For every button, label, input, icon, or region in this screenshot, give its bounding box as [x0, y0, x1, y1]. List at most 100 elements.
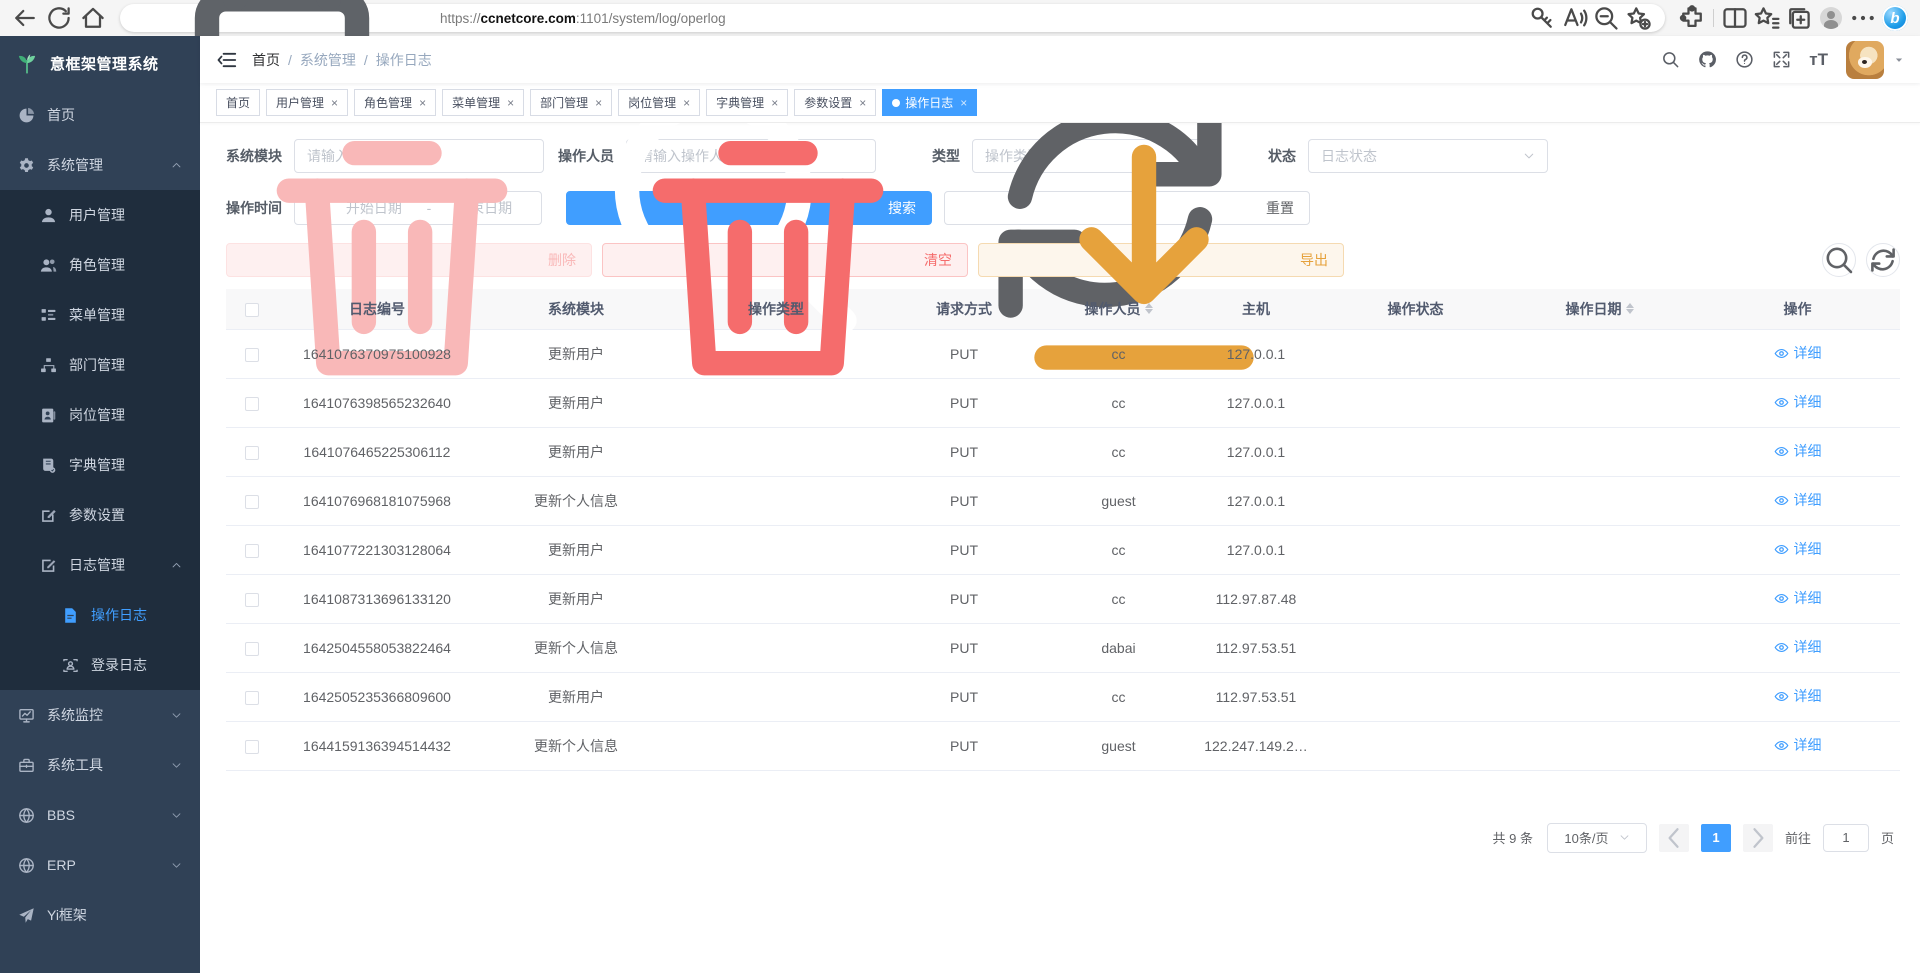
- export-button[interactable]: 导出: [978, 243, 1344, 277]
- sidebar-item-系统管理[interactable]: 系统管理: [0, 140, 200, 190]
- close-icon[interactable]: ×: [859, 97, 866, 109]
- github-icon[interactable]: [1698, 50, 1717, 69]
- sidebar-item-参数设置[interactable]: 参数设置: [0, 490, 200, 540]
- status-select[interactable]: 日志状态: [1308, 139, 1548, 173]
- sidebar-fold-icon[interactable]: [216, 49, 238, 71]
- sidebar-item-角色管理[interactable]: 角色管理: [0, 240, 200, 290]
- extensions-icon[interactable]: [1677, 4, 1707, 32]
- next-page-button[interactable]: [1743, 824, 1773, 852]
- close-icon[interactable]: ×: [419, 97, 426, 109]
- sidebar-item-登录日志[interactable]: 登录日志: [0, 640, 200, 690]
- tab-岗位管理[interactable]: 岗位管理×: [618, 89, 700, 116]
- user-avatar[interactable]: [1846, 41, 1884, 79]
- total-count: 共 9 条: [1493, 828, 1533, 847]
- split-screen-icon[interactable]: [1720, 4, 1750, 32]
- detail-link[interactable]: 详细: [1774, 490, 1822, 510]
- sort-icon[interactable]: [1626, 303, 1634, 314]
- refresh-icon[interactable]: [44, 4, 74, 32]
- bing-copilot-icon[interactable]: b: [1880, 4, 1910, 32]
- sidebar-item-系统监控[interactable]: 系统监控: [0, 690, 200, 740]
- sidebar-item-label: 菜单管理: [69, 305, 125, 325]
- help-icon[interactable]: [1735, 50, 1754, 69]
- close-icon[interactable]: ×: [960, 97, 967, 109]
- close-icon[interactable]: ×: [683, 97, 690, 109]
- sidebar-item-ERP[interactable]: ERP: [0, 840, 200, 890]
- prev-page-button[interactable]: [1659, 824, 1689, 852]
- favorites-icon[interactable]: [1752, 4, 1782, 32]
- font-size-icon[interactable]: тT: [1809, 51, 1828, 68]
- row-checkbox[interactable]: [245, 691, 259, 705]
- address-bar[interactable]: https://ccnetcore.com:1101/system/log/op…: [120, 4, 1665, 32]
- detail-link[interactable]: 详细: [1774, 637, 1822, 657]
- home-icon[interactable]: [78, 4, 108, 32]
- row-checkbox[interactable]: [245, 544, 259, 558]
- chevron-down-icon: [171, 860, 182, 871]
- delete-button[interactable]: 删除: [226, 243, 592, 277]
- tab-操作日志[interactable]: 操作日志×: [882, 89, 977, 116]
- row-checkbox[interactable]: [245, 740, 259, 754]
- detail-link[interactable]: 详细: [1774, 588, 1822, 608]
- zoom-out-icon[interactable]: [1591, 4, 1621, 32]
- row-checkbox[interactable]: [245, 593, 259, 607]
- avatar-caret-icon[interactable]: [1894, 55, 1904, 65]
- sidebar-item-首页[interactable]: 首页: [0, 90, 200, 140]
- detail-link[interactable]: 详细: [1774, 343, 1822, 363]
- close-icon[interactable]: ×: [331, 97, 338, 109]
- sort-icon[interactable]: [1145, 303, 1153, 314]
- row-checkbox[interactable]: [245, 642, 259, 656]
- read-aloud-icon[interactable]: [1559, 4, 1589, 32]
- tab-参数设置[interactable]: 参数设置×: [794, 89, 876, 116]
- close-icon[interactable]: ×: [595, 97, 602, 109]
- close-icon[interactable]: ×: [507, 97, 514, 109]
- header-search-icon[interactable]: [1661, 50, 1680, 69]
- more-menu-icon[interactable]: [1848, 4, 1878, 32]
- row-checkbox[interactable]: [245, 348, 259, 362]
- back-icon[interactable]: [10, 4, 40, 32]
- add-favorite-icon[interactable]: [1623, 4, 1653, 32]
- sidebar-item-BBS[interactable]: BBS: [0, 790, 200, 840]
- app-logo[interactable]: 意框架管理系统: [0, 36, 200, 90]
- refresh-table-button[interactable]: [1866, 243, 1900, 277]
- goto-page-input[interactable]: [1823, 824, 1869, 852]
- tab-菜单管理[interactable]: 菜单管理×: [442, 89, 524, 116]
- row-checkbox[interactable]: [245, 446, 259, 460]
- sidebar-item-用户管理[interactable]: 用户管理: [0, 190, 200, 240]
- tab-首页[interactable]: 首页: [216, 89, 260, 116]
- collections-icon[interactable]: [1784, 4, 1814, 32]
- page-size-select[interactable]: 10条/页: [1547, 823, 1647, 853]
- column-header-操作日期[interactable]: 操作日期: [1504, 289, 1695, 329]
- close-icon[interactable]: ×: [771, 97, 778, 109]
- show-search-toggle-button[interactable]: [1822, 243, 1856, 277]
- cell-status: [1327, 623, 1504, 672]
- browser-profile-icon[interactable]: [1816, 4, 1846, 32]
- detail-link[interactable]: 详细: [1774, 392, 1822, 412]
- detail-link[interactable]: 详细: [1774, 735, 1822, 755]
- detail-link[interactable]: 详细: [1774, 441, 1822, 461]
- breadcrumb-home[interactable]: 首页: [252, 50, 280, 70]
- fullscreen-icon[interactable]: [1772, 50, 1791, 69]
- sidebar-item-Yi框架[interactable]: Yi框架: [0, 890, 200, 940]
- browser-actions: b: [1677, 4, 1910, 32]
- current-page-button[interactable]: 1: [1701, 824, 1731, 852]
- sidebar-item-岗位管理[interactable]: 岗位管理: [0, 390, 200, 440]
- sidebar-item-label: 系统监控: [47, 705, 103, 725]
- row-checkbox[interactable]: [245, 495, 259, 509]
- select-all-checkbox[interactable]: [245, 303, 259, 317]
- detail-link[interactable]: 详细: [1774, 539, 1822, 559]
- row-checkbox[interactable]: [245, 397, 259, 411]
- sidebar-item-部门管理[interactable]: 部门管理: [0, 340, 200, 390]
- detail-link[interactable]: 详细: [1774, 686, 1822, 706]
- tab-角色管理[interactable]: 角色管理×: [354, 89, 436, 116]
- sidebar-item-操作日志[interactable]: 操作日志: [0, 590, 200, 640]
- tab-部门管理[interactable]: 部门管理×: [530, 89, 612, 116]
- sidebar-item-菜单管理[interactable]: 菜单管理: [0, 290, 200, 340]
- sidebar-item-label: 登录日志: [91, 655, 147, 675]
- tab-字典管理[interactable]: 字典管理×: [706, 89, 788, 116]
- sidebar-item-日志管理[interactable]: 日志管理: [0, 540, 200, 590]
- clear-button[interactable]: 清空: [602, 243, 968, 277]
- sidebar-item-label: 角色管理: [69, 255, 125, 275]
- sidebar-item-字典管理[interactable]: 字典管理: [0, 440, 200, 490]
- password-key-icon[interactable]: [1527, 4, 1557, 32]
- sidebar-item-系统工具[interactable]: 系统工具: [0, 740, 200, 790]
- tab-用户管理[interactable]: 用户管理×: [266, 89, 348, 116]
